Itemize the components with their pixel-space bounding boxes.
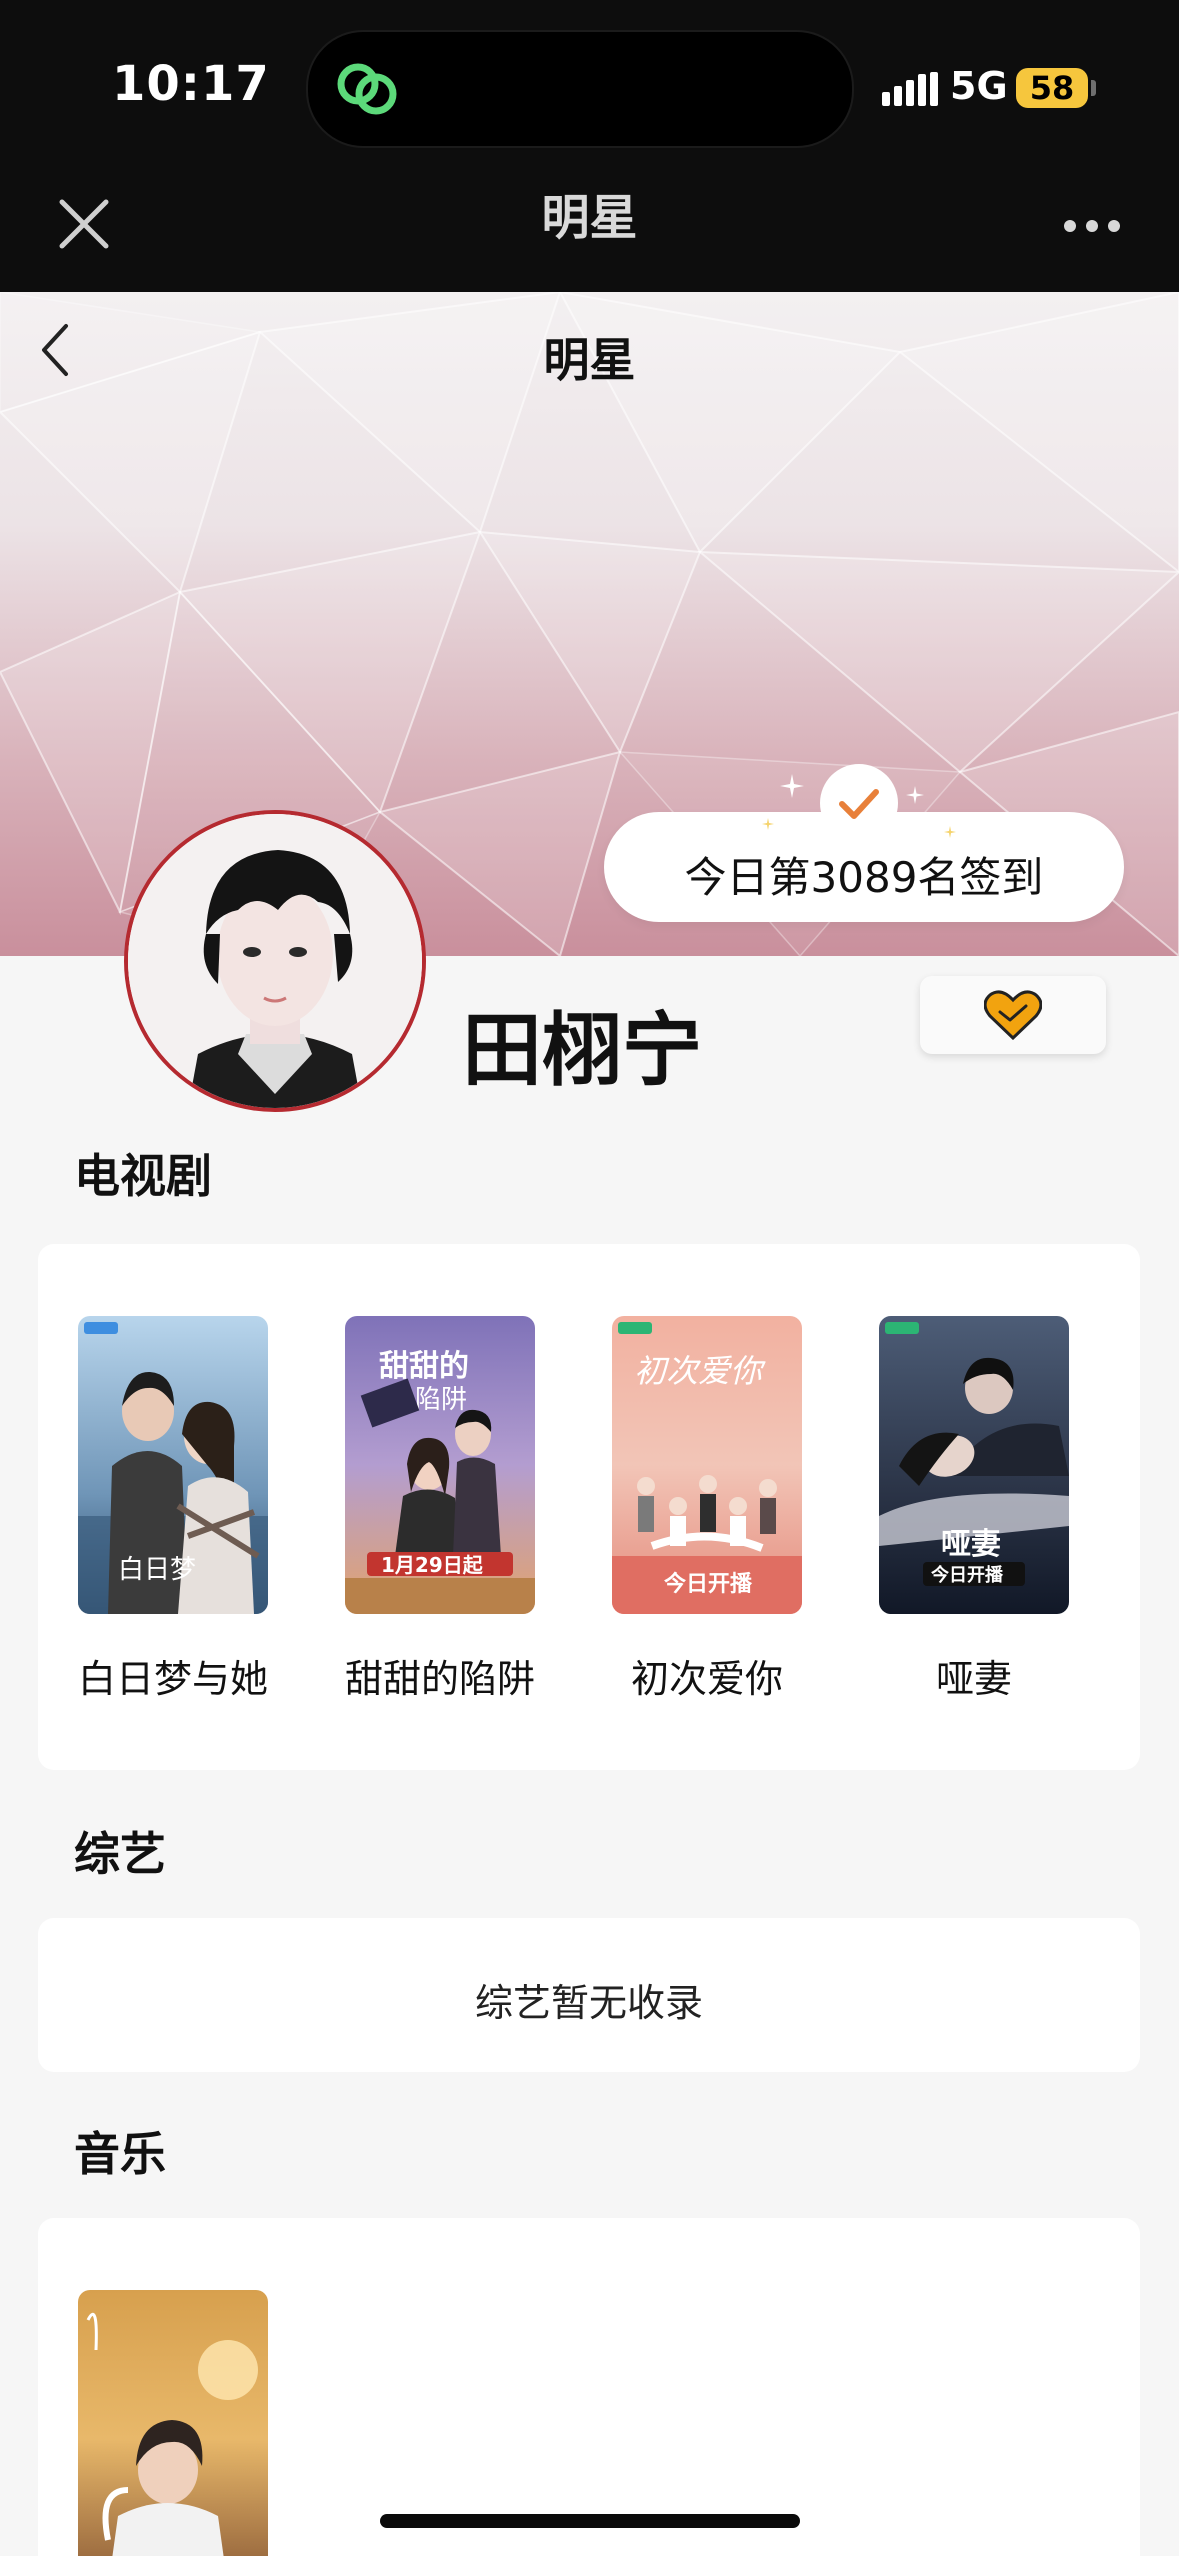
poster-title[interactable]: 白日梦与她 [39,1648,307,1703]
follow-button[interactable] [920,976,1106,1054]
checkin-text: 今日第3089名签到 [684,853,1044,902]
svg-text:初次爱你: 初次爱你 [634,1352,766,1390]
poster-title[interactable]: 哑妻 [840,1648,1108,1703]
page-title: 明星 [543,333,636,387]
status-bar: 10:17 5G 58 明星 [0,0,1179,292]
heart-icon [984,990,1042,1040]
dynamic-island[interactable] [306,30,854,148]
section-title-tv: 电视剧 [74,1149,212,1203]
poster-title[interactable]: 初次爱你 [573,1648,841,1703]
poster-tv-1[interactable]: 白日梦 [78,1316,268,1614]
poster-tv-4[interactable]: 哑妻 今日开播 [879,1316,1069,1614]
section-title-music: 音乐 [74,2127,166,2181]
home-indicator[interactable] [380,2514,800,2528]
section-title-variety: 综艺 [74,1827,166,1881]
battery-cap [1091,80,1096,96]
link-app-icon [337,63,397,115]
avatar-image [128,814,422,1108]
poster-logo-text: 白日梦 [118,1555,196,1585]
sparkle-icon [944,826,956,838]
webview-title: 明星 [541,190,638,246]
status-time: 10:17 [112,56,270,112]
svg-text:甜甜的: 甜甜的 [379,1349,469,1384]
checkin-badge [820,764,898,842]
poster-title[interactable]: 甜甜的陷阱 [306,1648,574,1703]
sparkle-icon [906,786,924,804]
battery-icon: 58 [1016,68,1088,108]
check-icon [839,789,879,819]
poster-image: 初次爱你 今日开播 [612,1316,802,1614]
svg-text:今日开播: 今日开播 [664,1571,753,1597]
star-name: 田栩宁 [462,1004,702,1097]
poster-image: 甜甜的 陷阱 1月29日起 [345,1316,535,1614]
svg-text:今日开播: 今日开播 [931,1564,1004,1586]
variety-empty-text: 综艺暂无收录 [474,1981,703,2025]
svg-text:1月29日起: 1月29日起 [381,1553,484,1577]
network-type: 5G [950,64,1008,108]
sparkle-icon [780,774,804,798]
poster-image [78,2290,268,2556]
poster-tv-3[interactable]: 初次爱你 今日开播 [612,1316,802,1614]
poster-image: 白日梦 [78,1316,268,1614]
svg-text:陷阱: 陷阱 [415,1385,467,1415]
variety-card: 综艺暂无收录 [38,1918,1140,2072]
avatar[interactable] [124,810,426,1112]
svg-text:哑妻: 哑妻 [941,1527,1001,1562]
sparkle-icon [762,818,774,830]
music-card [38,2218,1140,2556]
star-page: 10:17 5G 58 明星 明星 今日第3089名签到 田栩宁 电视剧 白日梦… [0,0,1179,2556]
signal-icon [882,72,938,106]
more-icon[interactable] [1062,218,1122,234]
poster-tv-2[interactable]: 甜甜的 陷阱 1月29日起 [345,1316,535,1614]
tv-card: 白日梦 白日梦与她 甜甜的 陷阱 1月29日起 甜甜的陷阱 初次爱你 今日开播 … [38,1244,1140,1770]
poster-music-1[interactable] [78,2290,268,2556]
poster-image: 哑妻 今日开播 [879,1316,1069,1614]
